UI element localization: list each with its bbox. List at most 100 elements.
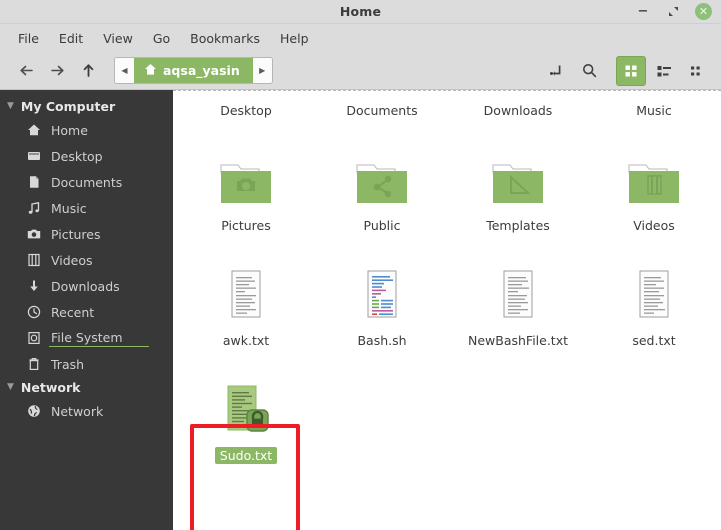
sidebar-item-recent[interactable]: Recent	[0, 299, 173, 325]
sidebar-item-music[interactable]: Music	[0, 195, 173, 221]
menu-file[interactable]: File	[9, 28, 48, 49]
desktop-icon	[26, 148, 42, 164]
text-file-icon	[223, 269, 269, 327]
maximize-button[interactable]	[665, 4, 681, 20]
file-item-label: Templates	[486, 218, 550, 233]
icon-grid: Desktop Documents Downloads Music Pictur…	[173, 90, 721, 472]
sidebar-item-trash[interactable]: Trash	[0, 351, 173, 377]
sidebar-item-home[interactable]: Home	[0, 117, 173, 143]
film-icon	[26, 252, 42, 268]
title-bar: Home − ✕	[0, 0, 721, 24]
file-manager-window: Home − ✕ File Edit View Go Bookmarks Hel…	[0, 0, 721, 530]
breadcrumb-label: aqsa_yasin	[163, 63, 240, 78]
file-item-label: sed.txt	[632, 333, 676, 348]
file-item-videos[interactable]: Videos	[586, 148, 721, 242]
navigation-buttons	[12, 57, 102, 85]
file-item-label: Public	[363, 218, 401, 233]
file-item-sudo-txt[interactable]: Sudo.txt	[178, 378, 314, 472]
sidebar-item-documents[interactable]: Documents	[0, 169, 173, 195]
chevron-down-icon: ▼	[7, 101, 14, 111]
menu-go[interactable]: Go	[144, 28, 179, 49]
compact-view-button[interactable]	[682, 56, 712, 86]
file-item-label: Downloads	[483, 103, 553, 118]
window-body: ▼ My Computer Home Desktop Documents Mus…	[0, 90, 721, 530]
breadcrumb-scroll-right[interactable]: ▶	[252, 58, 272, 83]
sidebar-item-label: Documents	[51, 174, 123, 190]
file-item-pictures[interactable]: Pictures	[178, 148, 314, 242]
sidebar-item-label: Home	[51, 122, 88, 138]
download-arrow-icon	[26, 278, 42, 294]
sidebar-item-label: Downloads	[51, 278, 120, 294]
file-item-sed-txt[interactable]: sed.txt	[586, 263, 721, 357]
sidebar-item-pictures[interactable]: Pictures	[0, 221, 173, 247]
breadcrumb-aqsa-yasin[interactable]: aqsa_yasin	[134, 58, 253, 83]
file-item-music[interactable]: Music	[586, 90, 721, 127]
clock-icon	[26, 304, 42, 320]
sidebar-section-network[interactable]: ▼ Network	[0, 377, 173, 398]
sidebar-item-videos[interactable]: Videos	[0, 247, 173, 273]
public-folder-icon	[354, 154, 410, 212]
text-file-icon	[631, 269, 677, 327]
file-item-label: Desktop	[220, 103, 272, 118]
list-view-button[interactable]	[649, 56, 679, 86]
file-item-templates[interactable]: Templates	[450, 148, 586, 242]
file-item-awk-txt[interactable]: awk.txt	[178, 263, 314, 357]
sidebar-item-label: Desktop	[51, 148, 103, 164]
downloads-folder-icon	[490, 90, 546, 97]
videos-folder-icon	[626, 154, 682, 212]
file-item-public[interactable]: Public	[314, 148, 450, 242]
sidebar-item-file-system[interactable]: File System	[0, 325, 173, 351]
file-item-documents[interactable]: Documents	[314, 90, 450, 127]
search-icon[interactable]	[574, 56, 604, 86]
home-icon	[144, 63, 157, 79]
menu-view[interactable]: View	[94, 28, 142, 49]
file-item-newbashfile-txt[interactable]: NewBashFile.txt	[450, 263, 586, 357]
up-button[interactable]	[74, 57, 102, 85]
music-folder-icon	[626, 90, 682, 97]
menu-bookmarks[interactable]: Bookmarks	[181, 28, 269, 49]
text-file-icon	[495, 269, 541, 327]
file-item-desktop[interactable]: Desktop	[178, 90, 314, 127]
menu-edit[interactable]: Edit	[50, 28, 92, 49]
menu-help[interactable]: Help	[271, 28, 318, 49]
locked-file-icon	[220, 384, 272, 442]
file-item-label: Pictures	[221, 218, 271, 233]
toolbar: ◀ aqsa_yasin ▶	[0, 52, 721, 90]
sidebar: ▼ My Computer Home Desktop Documents Mus…	[0, 90, 173, 530]
sidebar-item-desktop[interactable]: Desktop	[0, 143, 173, 169]
document-icon	[26, 174, 42, 190]
icon-view-button[interactable]	[616, 55, 646, 86]
sidebar-item-network[interactable]: Network	[0, 398, 173, 424]
desktop-folder-icon	[218, 90, 274, 97]
file-item-bash-sh[interactable]: Bash.sh	[314, 263, 450, 357]
chevron-down-icon: ▼	[7, 382, 14, 392]
sidebar-item-label: Pictures	[51, 226, 101, 242]
templates-folder-icon	[490, 154, 546, 212]
window-controls: − ✕	[635, 3, 721, 20]
file-item-label: Sudo.txt	[214, 447, 278, 464]
file-item-label: awk.txt	[222, 333, 270, 348]
back-button[interactable]	[12, 57, 40, 85]
sidebar-section-my-computer[interactable]: ▼ My Computer	[0, 96, 173, 117]
file-item-label: Videos	[633, 218, 675, 233]
home-icon	[26, 122, 42, 138]
music-note-icon	[26, 200, 42, 216]
sidebar-item-label: File System	[51, 329, 123, 347]
sidebar-section-label: Network	[20, 380, 81, 395]
sidebar-item-label: Trash	[51, 356, 85, 372]
file-item-downloads[interactable]: Downloads	[450, 90, 586, 127]
file-item-label: Music	[636, 103, 672, 118]
file-list-area[interactable]: Desktop Documents Downloads Music Pictur…	[173, 90, 721, 530]
menu-bar: File Edit View Go Bookmarks Help	[0, 24, 721, 52]
pictures-folder-icon	[218, 154, 274, 212]
minimize-button[interactable]: −	[635, 4, 651, 20]
sidebar-item-downloads[interactable]: Downloads	[0, 273, 173, 299]
location-entry-icon[interactable]	[541, 56, 571, 86]
breadcrumb-scroll-left[interactable]: ◀	[115, 58, 134, 83]
file-item-label: Documents	[346, 103, 418, 118]
close-button[interactable]: ✕	[695, 3, 712, 20]
window-title: Home	[339, 4, 382, 19]
toolbar-actions	[541, 55, 712, 86]
sidebar-item-label: Music	[51, 200, 87, 216]
forward-button[interactable]	[43, 57, 71, 85]
